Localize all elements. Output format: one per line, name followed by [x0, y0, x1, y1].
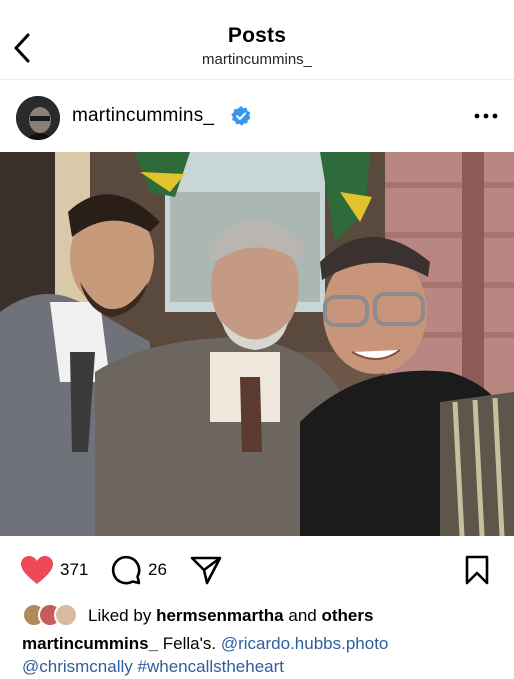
more-options-button[interactable] [472, 106, 500, 126]
post-caption: martincummins_ Fella's. @ricardo.hubbs.p… [22, 632, 502, 678]
liked-by[interactable]: Liked by hermsenmartha and others [22, 603, 373, 629]
post-photo-image [0, 152, 514, 536]
liked-by-prefix: Liked by [88, 606, 152, 625]
post-actions: 371 26 [0, 548, 514, 592]
comment-icon [111, 555, 141, 585]
more-horizontal-icon [474, 113, 498, 119]
post-header: martincummins_ [0, 88, 514, 148]
avatar[interactable] [16, 96, 60, 140]
page-title: Posts [227, 24, 287, 47]
caption-mention[interactable]: @ricardo.hubbs.photo [221, 634, 389, 653]
liker-avatar [54, 603, 78, 627]
caption-mention[interactable]: @chrismcnally [22, 657, 133, 676]
verified-badge-icon [231, 106, 251, 126]
comment-count[interactable]: 26 [148, 560, 167, 580]
comment-button[interactable]: 26 [110, 554, 167, 586]
like-count[interactable]: 371 [60, 560, 88, 580]
share-icon [190, 556, 222, 585]
caption-hashtag[interactable]: #whencallstheheart [138, 657, 284, 676]
liked-by-others[interactable]: others [321, 606, 373, 626]
caption-text: Fella's. [162, 634, 217, 653]
top-nav: Posts martincummins_ [0, 0, 514, 80]
post-photo[interactable] [0, 152, 514, 536]
liked-by-and: and [288, 606, 317, 625]
liked-by-user[interactable]: hermsenmartha [156, 606, 284, 626]
post-username[interactable]: martincummins_ [72, 105, 214, 127]
heart-icon [21, 556, 53, 584]
share-button[interactable] [190, 554, 222, 586]
avatar-image [16, 96, 60, 140]
liked-by-avatars [22, 603, 88, 629]
page-subtitle: martincummins_ [201, 51, 313, 68]
save-button[interactable] [462, 554, 492, 586]
like-button[interactable]: 371 [20, 554, 88, 586]
caption-username[interactable]: martincummins_ [22, 634, 158, 653]
bookmark-icon [465, 555, 489, 585]
